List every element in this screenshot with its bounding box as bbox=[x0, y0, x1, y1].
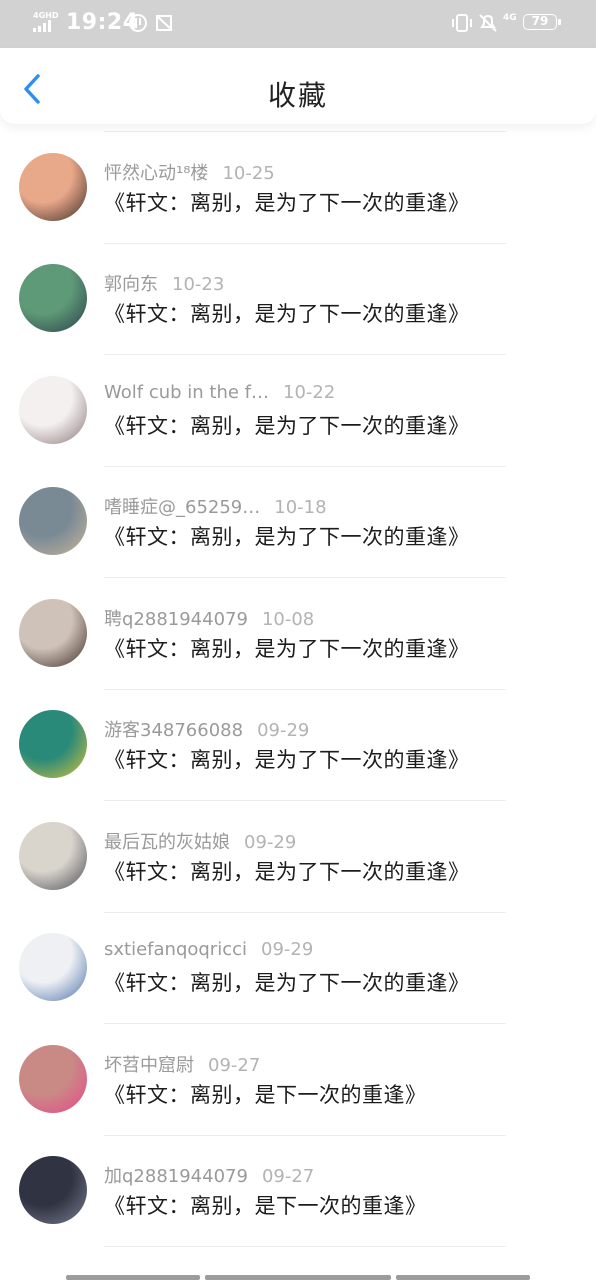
avatar[interactable] bbox=[19, 933, 87, 1001]
username[interactable]: 郭向东 bbox=[104, 274, 158, 295]
item-meta: 聘q2881944079 10-08 bbox=[104, 605, 314, 631]
vibrate-icon bbox=[452, 14, 472, 32]
item-title[interactable]: 《轩文：离别，是为了下一次的重逢》 bbox=[104, 410, 470, 440]
item-date: 09-29 bbox=[257, 720, 310, 741]
list-item[interactable]: 聘q2881944079 10-08 《轩文：离别，是为了下一次的重逢》 bbox=[0, 579, 596, 690]
item-title[interactable]: 《轩文：离别，是为了下一次的重逢》 bbox=[104, 187, 470, 217]
list-item[interactable]: 嗜睡症@_65259… 10-18 《轩文：离别，是为了下一次的重逢》 bbox=[0, 467, 596, 578]
network-type: 4GHD bbox=[33, 11, 59, 20]
item-date: 09-29 bbox=[261, 939, 314, 960]
page-title: 收藏 bbox=[267, 79, 328, 112]
username[interactable]: 怦然心动¹⁸楼 bbox=[104, 163, 208, 184]
mute-icon bbox=[479, 14, 497, 32]
item-meta: 坏苕中窟尉 09-27 bbox=[104, 1051, 260, 1077]
username[interactable]: Wolf cub in the f… bbox=[104, 382, 269, 403]
list-item[interactable]: 怦然心动¹⁸楼 10-25 《轩文：离别，是为了下一次的重逢》 bbox=[0, 133, 596, 244]
item-date: 09-27 bbox=[261, 1166, 315, 1187]
avatar[interactable] bbox=[19, 152, 87, 221]
username[interactable]: 坏苕中窟尉 bbox=[104, 1055, 194, 1076]
list-item[interactable]: 坏苕中窟尉 09-27 《轩文：离别，是下一次的重逢》 bbox=[0, 1025, 596, 1136]
avatar[interactable] bbox=[19, 487, 87, 555]
item-meta: 郭向东 10-23 bbox=[104, 270, 224, 296]
item-title[interactable]: 《轩文：离别，是下一次的重逢》 bbox=[104, 1190, 427, 1220]
divider bbox=[104, 1246, 506, 1247]
item-meta: sxtiefanqoqricci 09-29 bbox=[104, 939, 313, 960]
battery-indicator: 79 bbox=[523, 14, 561, 30]
screenshot-icon bbox=[156, 15, 173, 31]
item-meta: 最后瓦的灰姑娘 09-29 bbox=[104, 828, 296, 854]
avatar[interactable] bbox=[19, 710, 87, 778]
item-meta: Wolf cub in the f… 10-22 bbox=[104, 382, 335, 403]
item-meta: 嗜睡症@_65259… 10-18 bbox=[104, 493, 327, 519]
item-title[interactable]: 《轩文：离别，是为了下一次的重逢》 bbox=[104, 856, 470, 886]
avatar[interactable] bbox=[19, 598, 87, 667]
item-title[interactable]: 《轩文：离别，是为了下一次的重逢》 bbox=[104, 298, 470, 328]
item-meta: 游客348766088 09-29 bbox=[104, 716, 309, 742]
item-date: 09-27 bbox=[208, 1054, 261, 1076]
list-item[interactable]: 游客348766088 09-29 《轩文：离别，是为了下一次的重逢》 bbox=[0, 690, 596, 801]
app-header: 收藏 bbox=[0, 48, 596, 124]
avatar[interactable] bbox=[19, 1156, 87, 1224]
avatar[interactable] bbox=[19, 375, 87, 444]
avatar[interactable] bbox=[19, 821, 87, 890]
status-bar: 4GHD 19:24 4G 79 bbox=[0, 0, 596, 48]
list-item[interactable]: sxtiefanqoqricci 09-29 《轩文：离别，是为了下一次的重逢》 bbox=[0, 913, 596, 1024]
item-date: 10-23 bbox=[172, 274, 225, 295]
item-title[interactable]: 《轩文：离别，是下一次的重逢》 bbox=[104, 1079, 427, 1109]
item-title[interactable]: 《轩文：离别，是为了下一次的重逢》 bbox=[104, 633, 470, 663]
list-item[interactable]: 郭向东 10-23 《轩文：离别，是为了下一次的重逢》 bbox=[0, 244, 596, 355]
item-title[interactable]: 《轩文：离别，是为了下一次的重逢》 bbox=[104, 521, 470, 551]
instant-icon bbox=[129, 14, 147, 32]
username[interactable]: sxtiefanqoqricci bbox=[104, 939, 247, 960]
item-date: 10-25 bbox=[222, 162, 275, 184]
username[interactable]: 加q2881944079 bbox=[104, 1166, 248, 1187]
lte-indicator: 4G bbox=[503, 13, 517, 23]
item-title[interactable]: 《轩文：离别，是为了下一次的重逢》 bbox=[104, 744, 470, 774]
item-date: 10-18 bbox=[274, 497, 327, 518]
list-item[interactable]: Wolf cub in the f… 10-22 《轩文：离别，是为了下一次的重逢》 bbox=[0, 356, 596, 467]
signal-icon bbox=[33, 20, 51, 32]
username[interactable]: 最后瓦的灰姑娘 bbox=[104, 832, 230, 853]
item-date: 10-22 bbox=[283, 381, 336, 403]
item-date: 09-29 bbox=[244, 831, 297, 853]
favorites-list: 《轩文：离别，是为了下一次的重逢》 怦然心动¹⁸楼 10-25 《轩文：离别，是为了下… bbox=[0, 100, 596, 1272]
username[interactable]: 嗜睡症@_65259… bbox=[104, 497, 260, 518]
list-item[interactable]: 加q2881944079 09-27 《轩文：离别，是下一次的重逢》 bbox=[0, 1136, 596, 1247]
list-item[interactable]: 最后瓦的灰姑娘 09-29 《轩文：离别，是为了下一次的重逢》 bbox=[0, 802, 596, 913]
username[interactable]: 聘q2881944079 bbox=[104, 609, 248, 630]
avatar[interactable] bbox=[19, 264, 87, 332]
nav-hint-bar bbox=[66, 1275, 530, 1280]
item-title[interactable]: 《轩文：离别，是为了下一次的重逢》 bbox=[104, 967, 470, 997]
item-meta: 加q2881944079 09-27 bbox=[104, 1162, 314, 1188]
item-meta: 怦然心动¹⁸楼 10-25 bbox=[104, 159, 275, 185]
item-date: 10-08 bbox=[261, 608, 315, 630]
avatar[interactable] bbox=[19, 1044, 87, 1113]
username[interactable]: 游客348766088 bbox=[104, 720, 243, 741]
